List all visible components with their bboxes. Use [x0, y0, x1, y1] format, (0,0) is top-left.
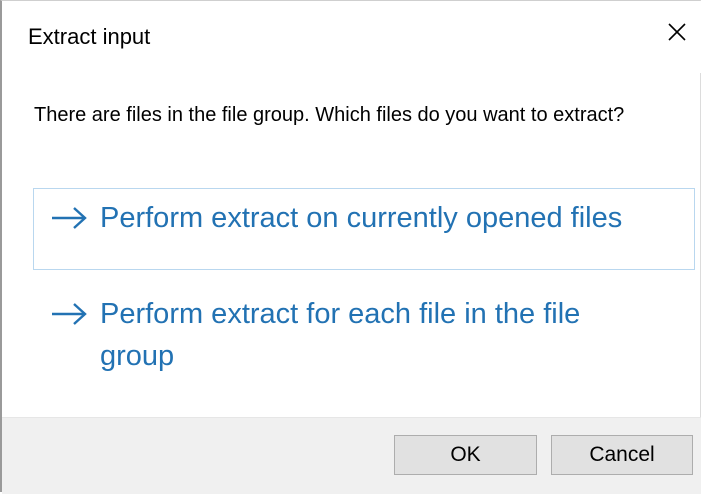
- extract-opened-files-option[interactable]: Perform extract on currently opened file…: [33, 188, 695, 270]
- extract-input-dialog: Extract input There are files in the fil…: [0, 0, 701, 494]
- close-icon: [668, 23, 686, 41]
- extract-each-file-label: Perform extract for each file in the fil…: [100, 298, 581, 372]
- ok-button[interactable]: OK: [394, 435, 537, 475]
- arrow-right-icon: [50, 300, 88, 328]
- title-bar: Extract input: [2, 1, 701, 73]
- extract-opened-files-label: Perform extract on currently opened file…: [100, 202, 623, 234]
- dialog-prompt: There are files in the file group. Which…: [34, 104, 625, 126]
- dialog-footer: OK Cancel: [2, 417, 701, 494]
- arrow-right-icon: [50, 204, 88, 232]
- cancel-button[interactable]: Cancel: [551, 435, 693, 475]
- extract-each-file-option[interactable]: Perform extract for each file in the fil…: [33, 284, 695, 380]
- close-button[interactable]: [653, 9, 701, 55]
- dialog-title: Extract input: [28, 24, 151, 49]
